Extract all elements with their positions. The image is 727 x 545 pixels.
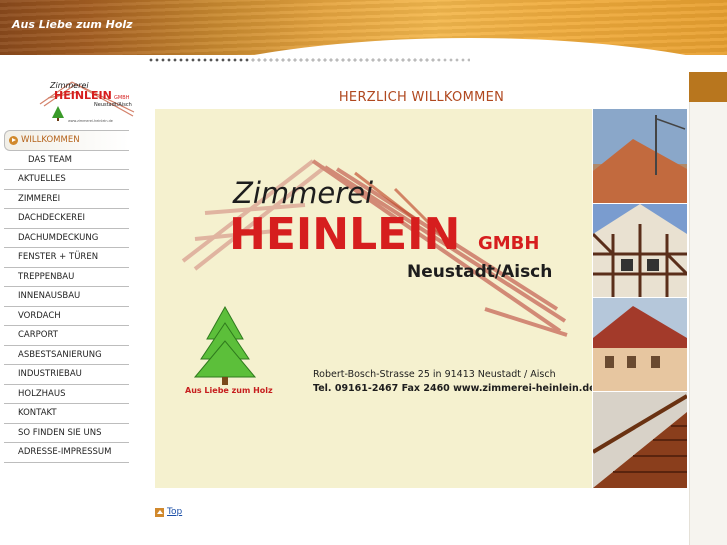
header-tagline: Aus Liebe zum Holz xyxy=(12,18,133,31)
sidebar: Zimmerei HEINLEIN GMBH Neustadt/Aisch ww… xyxy=(0,62,145,545)
menu-item-label: CARPORT xyxy=(18,330,58,340)
company-logo-graphic: Zimmerei HEINLEIN GMBH Neustadt/Aisch Au… xyxy=(181,159,592,395)
menu-item-label: DACHUMDECKUNG xyxy=(18,232,99,243)
menu-item-label: INNENAUSBAU xyxy=(18,291,81,301)
hero-gmbh: GMBH xyxy=(478,233,539,254)
hero-line1: Zimmerei xyxy=(232,176,373,210)
top-link[interactable]: Top xyxy=(155,507,182,518)
sidebar-logo-city: Neustadt/Aisch xyxy=(94,102,132,108)
photo-staircase[interactable] xyxy=(593,392,687,488)
arrow-up-icon xyxy=(155,507,164,517)
menu-item-label: DACHDECKEREI xyxy=(18,213,85,223)
menu-item-willkommen[interactable]: WILLKOMMEN xyxy=(4,130,129,151)
menu-item-fenster-tueren[interactable]: FENSTER + TÜREN xyxy=(4,248,129,268)
header-banner: Aus Liebe zum Holz xyxy=(0,0,727,55)
menu-item-label: WILLKOMMEN xyxy=(21,135,80,145)
menu-item-treppenbau[interactable]: TREPPENBAU xyxy=(4,268,129,287)
top-link-label: Top xyxy=(167,507,183,517)
dotted-divider-fade xyxy=(250,58,470,62)
photo-construction[interactable] xyxy=(593,109,687,203)
hero-contact: Tel. 09161-2467 Fax 2460 www.zimmerei-he… xyxy=(313,383,592,394)
hero-line2: HEINLEIN xyxy=(229,209,460,260)
menu-item-label: HOLZHAUS xyxy=(18,388,66,399)
menu-item-adresse-impressum[interactable]: ADRESSE-IMPRESSUM xyxy=(4,443,129,463)
menu-item-label: SO FINDEN SIE UNS xyxy=(18,427,102,438)
hero-address: Robert-Bosch-Strasse 25 in 91413 Neustad… xyxy=(313,369,556,380)
arrow-bullet-icon xyxy=(9,136,18,145)
menu-item-das-team[interactable]: DAS TEAM xyxy=(4,151,129,170)
menu-item-label: FENSTER + TÜREN xyxy=(18,252,99,262)
menu-item-holzhaus[interactable]: HOLZHAUS xyxy=(4,385,129,404)
menu-item-label: ADRESSE-IMPRESSUM xyxy=(18,447,112,457)
menu-item-aktuelles[interactable]: AKTUELLES xyxy=(4,170,129,190)
page-title: HERZLICH WILLKOMMEN xyxy=(338,90,505,105)
sidebar-logo[interactable]: Zimmerei HEINLEIN GMBH Neustadt/Aisch ww… xyxy=(38,76,138,124)
photo-strip xyxy=(593,109,687,488)
menu-item-asbestsanierung[interactable]: ASBESTSANIERUNG xyxy=(4,346,129,365)
menu-item-vordach[interactable]: VORDACH xyxy=(4,307,129,326)
menu-item-innenausbau[interactable]: INNENAUSBAU xyxy=(4,287,129,307)
menu-item-carport[interactable]: CARPORT xyxy=(4,326,129,346)
menu-item-label: ZIMMEREI xyxy=(18,193,61,204)
sidebar-tree-icon xyxy=(52,106,64,121)
hero-city: Neustadt/Aisch xyxy=(407,262,552,282)
menu-item-label: DAS TEAM xyxy=(28,154,73,165)
menu-item-dachumdeckung[interactable]: DACHUMDECKUNG xyxy=(4,229,129,248)
menu-item-industriebau[interactable]: INDUSTRIEBAU xyxy=(4,365,129,385)
menu-item-dachdeckerei[interactable]: DACHDECKEREI xyxy=(4,209,129,229)
sidebar-logo-gmbh: GMBH xyxy=(114,95,130,101)
tree-caption: Aus Liebe zum Holz xyxy=(185,386,273,395)
menu-item-zimmerei[interactable]: ZIMMEREI xyxy=(4,190,129,209)
menu-item-so-finden-sie-uns[interactable]: SO FINDEN SIE UNS xyxy=(4,424,129,443)
photo-red-roof-house[interactable] xyxy=(593,298,687,391)
menu-item-label: KONTAKT xyxy=(18,408,57,418)
hero-logo-image: Zimmerei HEINLEIN GMBH Neustadt/Aisch Au… xyxy=(155,109,592,488)
menu-item-label: VORDACH xyxy=(18,310,61,321)
menu-item-kontakt[interactable]: KONTAKT xyxy=(4,404,129,424)
right-accent-block xyxy=(689,72,727,102)
menu-item-label: TREPPENBAU xyxy=(18,271,75,282)
sidebar-logo-line2: HEINLEIN xyxy=(54,89,112,102)
tree-icon xyxy=(193,305,257,385)
main-menu: WILLKOMMEN DAS TEAM AKTUELLES ZIMMEREI D… xyxy=(4,130,129,463)
menu-item-label: AKTUELLES xyxy=(18,174,66,184)
sidebar-logo-url: www.zimmerei-heinlein.de xyxy=(68,119,113,123)
menu-item-label: ASBESTSANIERUNG xyxy=(18,349,102,360)
right-strip xyxy=(689,102,727,545)
photo-halftimber-house[interactable] xyxy=(593,204,687,297)
menu-item-label: INDUSTRIEBAU xyxy=(18,369,82,379)
